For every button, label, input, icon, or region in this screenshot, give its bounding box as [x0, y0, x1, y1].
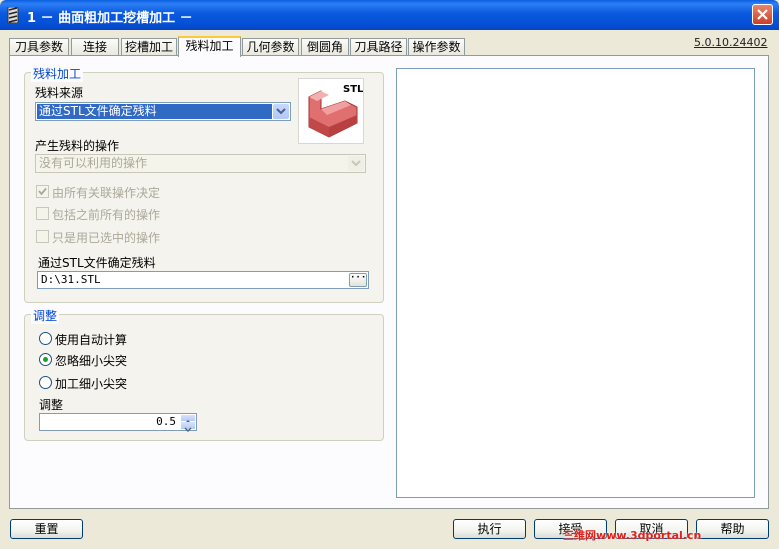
help-button[interactable]: 帮助 — [696, 519, 769, 539]
close-button[interactable] — [752, 4, 773, 25]
checkbox-include-previous-label: 包括之前所有的操作 — [52, 208, 161, 222]
tab-operation-params[interactable]: 操作参数 — [408, 38, 465, 55]
radio-ignore-small-cusps[interactable] — [39, 353, 52, 366]
rest-material-legend: 残料加工 — [31, 65, 84, 82]
stl-path-field[interactable]: D:\31.STL ··· — [37, 271, 369, 289]
preview-area — [396, 68, 755, 498]
source-dropdown[interactable]: 通过STL文件确定残料 — [35, 102, 291, 121]
tab-linking[interactable]: 连接 — [71, 38, 119, 55]
adjust-amount-label: 调整 — [39, 398, 64, 412]
radio-auto-calc-label: 使用自动计算 — [55, 333, 128, 347]
tab-fillet[interactable]: 倒圆角 — [301, 38, 349, 55]
spinner-buttons[interactable] — [181, 415, 195, 432]
title-bar[interactable]: 1 － 曲面粗加工挖槽加工 － — [0, 0, 779, 30]
tab-tool-params[interactable]: 刀具参数 — [9, 38, 69, 55]
check-icon — [38, 187, 47, 196]
stl-file-label: 通过STL文件确定残料 — [38, 256, 156, 270]
tab-pocketing[interactable]: 挖槽加工 — [121, 38, 177, 55]
source-label: 残料来源 — [35, 86, 84, 100]
chevron-down-icon[interactable] — [273, 104, 289, 119]
tab-rest-machining[interactable]: 残料加工 — [178, 36, 241, 57]
dialog-window: 1 － 曲面粗加工挖槽加工 － 刀具参数 连接 挖槽加工 残料加工 几何参数 倒… — [0, 0, 779, 549]
reset-button[interactable]: 重置 — [10, 519, 83, 539]
spin-down-icon[interactable] — [181, 422, 195, 432]
checkbox-selected-only-label: 只是用已选中的操作 — [52, 231, 161, 245]
adjust-legend: 调整 — [31, 307, 60, 324]
operation-dropdown[interactable]: 没有可以利用的操作 — [35, 154, 366, 173]
execute-button[interactable]: 执行 — [453, 519, 526, 539]
tab-toolpath[interactable]: 刀具路径 — [350, 38, 407, 55]
window-title: 1 － 曲面粗加工挖槽加工 － — [27, 11, 193, 26]
checkbox-all-related[interactable] — [36, 185, 49, 198]
close-icon — [757, 9, 768, 20]
app-icon — [7, 7, 19, 23]
browse-button[interactable]: ··· — [349, 273, 367, 287]
stl-path-value: D:\31.STL — [41, 273, 101, 286]
tab-geometry-params[interactable]: 几何参数 — [242, 38, 299, 55]
radio-selected-dot — [43, 357, 48, 362]
checkbox-selected-only[interactable] — [36, 230, 49, 243]
radio-auto-calc[interactable] — [39, 332, 52, 345]
radio-ignore-small-cusps-label: 忽略细小尖突 — [55, 354, 128, 368]
source-selected-value: 通过STL文件确定残料 — [37, 104, 272, 119]
radio-machine-small-cusps[interactable] — [39, 376, 52, 389]
spin-up-icon[interactable] — [181, 415, 195, 425]
checkbox-include-previous[interactable] — [36, 207, 49, 220]
checkbox-all-related-label: 由所有关联操作决定 — [52, 186, 161, 200]
adjust-amount-spinner[interactable]: 0.5 — [39, 413, 197, 432]
radio-machine-small-cusps-label: 加工细小尖突 — [55, 377, 128, 391]
operation-selected-value: 没有可以利用的操作 — [39, 156, 148, 170]
version-link[interactable]: 5.0.10.24402 — [694, 36, 767, 49]
stl-preview-image: STL — [298, 78, 364, 144]
chevron-down-icon[interactable] — [348, 156, 364, 171]
watermark-text: 三维网www.3dportal.cn — [563, 529, 702, 542]
stl-image-text: STL — [343, 84, 363, 95]
operation-label: 产生残料的操作 — [35, 139, 120, 153]
adjust-amount-value: 0.5 — [156, 415, 176, 428]
